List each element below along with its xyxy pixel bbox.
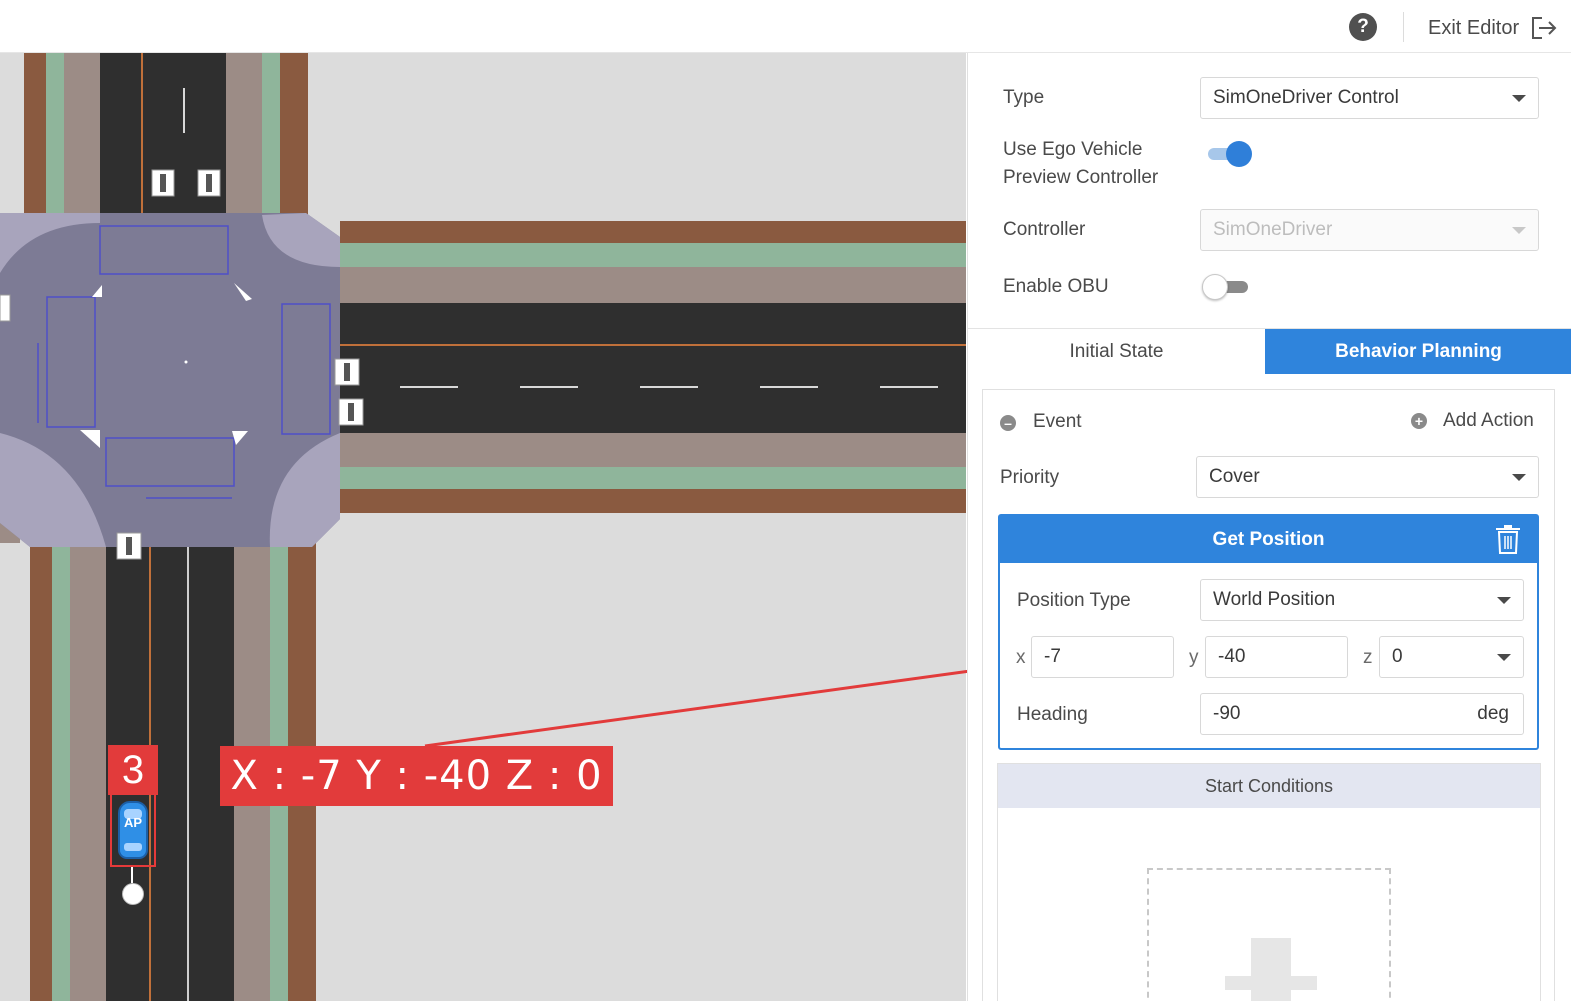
chevron-down-icon xyxy=(1512,227,1526,234)
vehicle-position-handle[interactable] xyxy=(122,883,144,905)
action-card-title: Get Position xyxy=(1212,529,1325,550)
x-label: x xyxy=(1016,647,1026,668)
heading-input[interactable]: -90 deg xyxy=(1200,693,1524,735)
type-label: Type xyxy=(1003,87,1045,108)
ego-preview-label-line2: Preview Controller xyxy=(1003,167,1159,188)
east-road-curb-bottom xyxy=(340,489,966,513)
type-select[interactable]: SimOneDriver Control xyxy=(1200,77,1539,119)
position-type-label: Position Type xyxy=(1017,590,1131,611)
south-road-curb-left xyxy=(30,533,52,1001)
event-label: Event xyxy=(1033,411,1082,432)
add-action-button[interactable]: + Add Action xyxy=(1411,406,1534,436)
tab-initial-state[interactable]: Initial State xyxy=(968,329,1265,374)
collapse-minus-icon[interactable]: – xyxy=(1000,415,1016,431)
plus-icon-bar xyxy=(1225,976,1317,990)
chevron-down-icon xyxy=(1512,474,1526,481)
heading-unit-label: deg xyxy=(1477,703,1509,724)
car-icon: AP xyxy=(118,801,148,859)
priority-label: Priority xyxy=(1000,467,1060,488)
east-road-green-top xyxy=(340,243,966,267)
junction-center-point xyxy=(184,360,188,364)
priority-select-value: Cover xyxy=(1209,466,1260,487)
z-label: z xyxy=(1363,647,1373,668)
chevron-down-icon xyxy=(1512,95,1526,102)
traffic-light-icon[interactable] xyxy=(0,294,11,322)
heading-label: Heading xyxy=(1017,704,1088,725)
toggle-knob xyxy=(1226,141,1252,167)
east-road-green-bottom xyxy=(340,467,966,489)
traffic-light-icon[interactable] xyxy=(151,169,175,197)
car-rear-window xyxy=(124,843,142,851)
east-road-sidewalk-top xyxy=(340,267,966,303)
exit-editor-button[interactable]: Exit Editor xyxy=(1428,14,1557,42)
north-road-green-right xyxy=(262,53,280,215)
z-select[interactable]: 0 xyxy=(1379,636,1524,678)
east-road-asphalt xyxy=(340,303,966,433)
traffic-light-icon[interactable] xyxy=(197,169,221,197)
add-action-label: Add Action xyxy=(1443,410,1534,431)
vehicle-heading-line xyxy=(131,867,133,883)
x-input-value: -7 xyxy=(1044,646,1061,667)
obu-label: Enable OBU xyxy=(1003,276,1109,297)
exit-icon xyxy=(1532,17,1557,39)
add-condition-dropzone[interactable] xyxy=(1147,868,1391,1001)
north-road-curb-right xyxy=(280,53,308,215)
y-label: y xyxy=(1189,647,1199,668)
y-input[interactable]: -40 xyxy=(1205,636,1348,678)
controller-select-value: SimOneDriver xyxy=(1213,219,1333,240)
start-conditions-header: Start Conditions xyxy=(998,764,1540,808)
obu-toggle[interactable] xyxy=(1202,272,1252,302)
north-road-green-left xyxy=(46,53,64,215)
controller-select: SimOneDriver xyxy=(1200,209,1539,251)
toggle-knob xyxy=(1202,274,1228,300)
ego-preview-toggle[interactable] xyxy=(1204,139,1254,169)
north-road-curb-left xyxy=(24,53,46,215)
traffic-light-icon[interactable] xyxy=(338,398,364,426)
position-type-value: World Position xyxy=(1213,589,1336,610)
position-type-select[interactable]: World Position xyxy=(1200,579,1524,621)
y-input-value: -40 xyxy=(1218,646,1246,667)
start-conditions-section: Start Conditions xyxy=(997,763,1541,1001)
controller-label: Controller xyxy=(1003,219,1086,240)
type-select-value: SimOneDriver Control xyxy=(1213,87,1399,108)
z-select-value: 0 xyxy=(1392,646,1403,667)
action-card-header: Get Position xyxy=(1000,516,1537,563)
traffic-light-icon[interactable] xyxy=(116,532,142,560)
ego-preview-label: Use Ego Vehicle Preview Controller xyxy=(1003,136,1158,192)
chevron-down-icon xyxy=(1497,597,1511,604)
get-position-action-card: Get Position Position Type World Positio… xyxy=(998,514,1539,750)
plus-circle-icon: + xyxy=(1411,413,1427,429)
traffic-light-icon[interactable] xyxy=(334,358,360,386)
help-circle-icon[interactable]: ? xyxy=(1349,13,1377,41)
x-input[interactable]: -7 xyxy=(1031,636,1174,678)
toolbar-divider xyxy=(1403,12,1404,42)
properties-panel: Type SimOneDriver Control Use Ego Vehicl… xyxy=(967,53,1571,1001)
trash-icon[interactable] xyxy=(1495,525,1521,554)
south-road-green-left xyxy=(52,533,70,1001)
ego-vehicle[interactable]: AP xyxy=(110,793,156,867)
tab-behavior-planning[interactable]: Behavior Planning xyxy=(1265,329,1571,374)
ego-vehicle-label: AP xyxy=(123,815,143,830)
plus-icon xyxy=(1251,938,1291,1001)
east-road-curb-top xyxy=(340,221,966,243)
step-number-badge: 3 xyxy=(108,745,158,795)
top-bar: ? Exit Editor xyxy=(0,0,1571,53)
heading-input-value: -90 xyxy=(1213,703,1241,724)
panel-tabs: Initial State Behavior Planning xyxy=(968,328,1571,374)
south-road-sidewalk-left xyxy=(70,533,106,1001)
east-road-sidewalk-bottom xyxy=(340,433,966,467)
north-road-sidewalk-right xyxy=(226,53,262,215)
event-section: – Event + Add Action Priority Cover Get … xyxy=(982,389,1555,1001)
ego-preview-label-line1: Use Ego Vehicle xyxy=(1003,139,1143,160)
coordinate-readout: X : -7 Y : -40 Z : 0 xyxy=(220,746,613,806)
priority-select[interactable]: Cover xyxy=(1196,456,1539,498)
chevron-down-icon xyxy=(1497,654,1511,661)
exit-editor-label: Exit Editor xyxy=(1428,16,1520,39)
north-road-sidewalk-left xyxy=(64,53,100,215)
